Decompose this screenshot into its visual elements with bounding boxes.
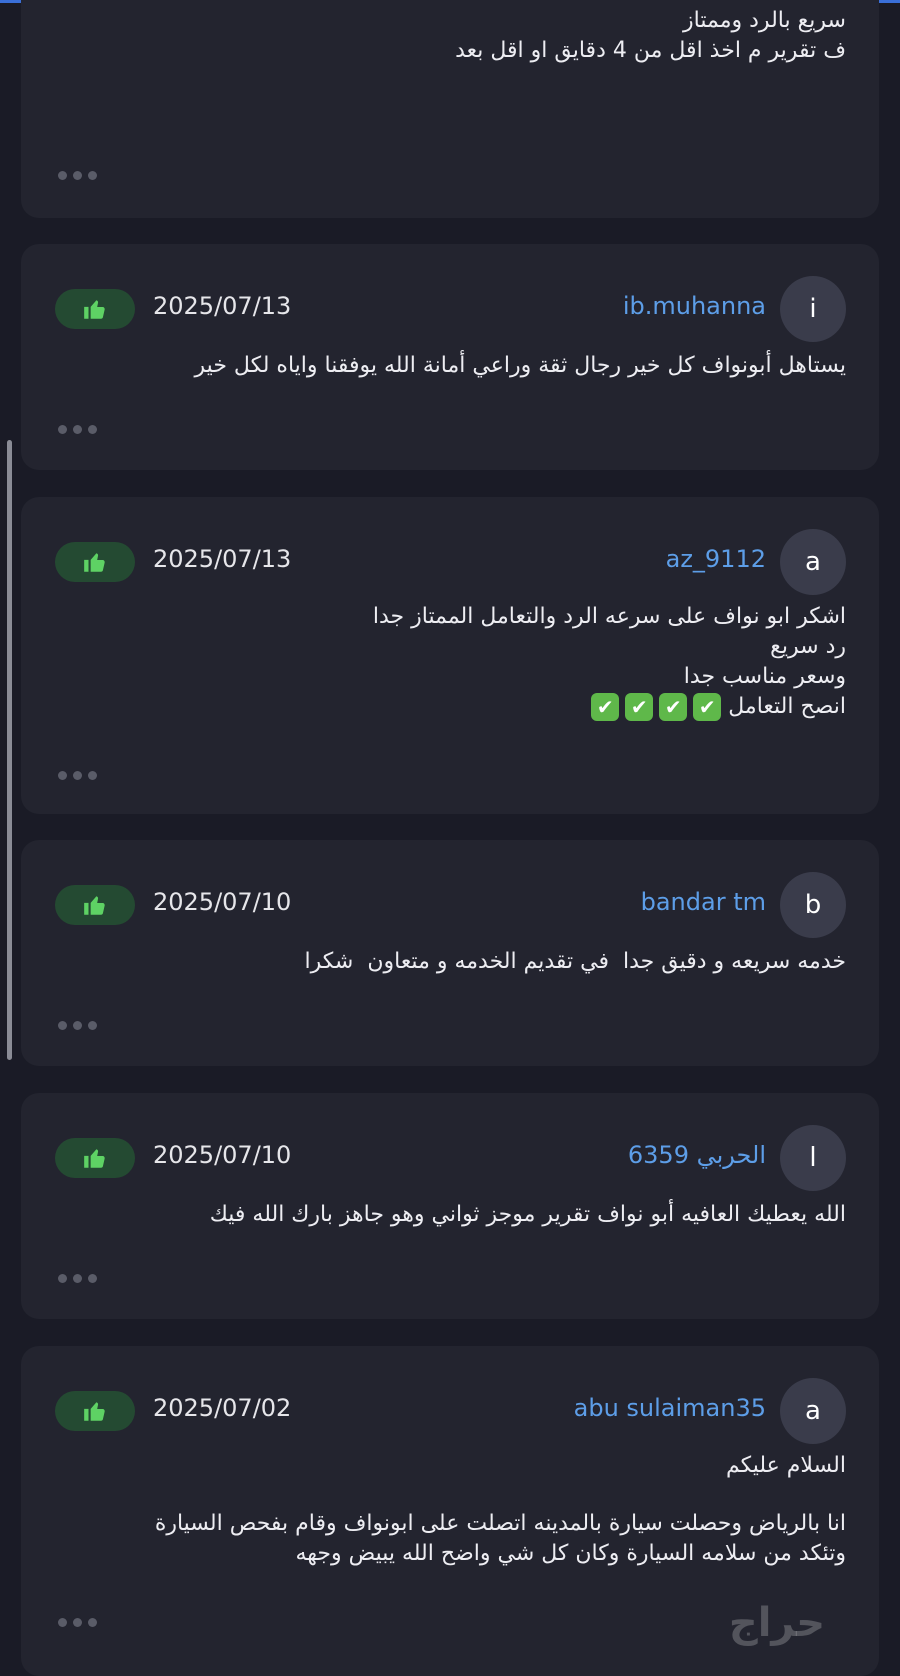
haraj-watermark-logo: حراج <box>672 1596 882 1650</box>
review-line: انصح التعامل ✔✔✔✔ <box>86 692 846 722</box>
avatar[interactable]: a <box>780 1378 846 1444</box>
review-date: 2025/07/10 <box>153 1141 292 1169</box>
avatar[interactable]: a <box>780 529 846 595</box>
review-header: a abu sulaiman35 2025/07/02 <box>21 1378 879 1444</box>
review-header: b bandar tm 2025/07/10 <box>21 872 879 938</box>
review-line: الله يعطيك العافيه أبو نواف تقرير موجز ث… <box>209 1202 846 1227</box>
thumbs-up-icon <box>84 553 105 572</box>
review-text: الله يعطيك العافيه أبو نواف تقرير موجز ث… <box>86 1200 846 1230</box>
review-line: السلام عليكم <box>725 1453 846 1478</box>
check-mark-icon: ✔ <box>591 693 620 721</box>
username-link[interactable]: الحربي 6359 <box>628 1141 766 1169</box>
like-button[interactable] <box>55 542 135 582</box>
more-dots-icon[interactable] <box>58 1618 97 1627</box>
username-link[interactable]: ib.muhanna <box>623 292 766 320</box>
more-dots-icon[interactable] <box>58 1274 97 1283</box>
review-text: خدمه سريعه و دقيق جدا في تقديم الخدمه و … <box>86 947 846 977</box>
like-button[interactable] <box>55 1138 135 1178</box>
check-mark-icon: ✔ <box>693 693 722 721</box>
watermark-text: حراج <box>729 1600 825 1646</box>
username-link[interactable]: bandar tm <box>641 888 766 916</box>
check-mark-icon: ✔ <box>625 693 654 721</box>
review-text: سريع بالرد وممتاز ف تقرير م اخذ اقل من 4… <box>86 6 846 66</box>
avatar[interactable]: i <box>780 276 846 342</box>
review-line-text: انصح التعامل <box>728 694 846 719</box>
username-link[interactable]: abu sulaiman35 <box>574 1394 766 1422</box>
thumbs-up-icon <box>84 1149 105 1168</box>
review-card: ا الحربي 6359 2025/07/10 الله يعطيك العا… <box>21 1093 879 1319</box>
review-card: سريع بالرد وممتاز ف تقرير م اخذ اقل من 4… <box>21 0 879 218</box>
review-line: يستاهل أبونواف كل خير رجال ثقة وراعي أما… <box>194 353 846 378</box>
review-header: ا الحربي 6359 2025/07/10 <box>21 1125 879 1191</box>
thumbs-up-icon <box>84 896 105 915</box>
review-card: b bandar tm 2025/07/10 خدمه سريعه و دقيق… <box>21 840 879 1066</box>
avatar[interactable]: b <box>780 872 846 938</box>
more-dots-icon[interactable] <box>58 771 97 780</box>
review-date: 2025/07/13 <box>153 545 292 573</box>
like-button[interactable] <box>55 1391 135 1431</box>
review-line: خدمه سريعه و دقيق جدا في تقديم الخدمه و … <box>304 949 846 974</box>
review-line: رد سريع <box>770 634 846 659</box>
review-line: سريع بالرد وممتاز <box>683 8 846 33</box>
thumbs-up-icon <box>84 300 105 319</box>
review-date: 2025/07/10 <box>153 888 292 916</box>
review-line: وتئكد من سلامه السيارة وكان كل شي واضح ا… <box>295 1541 846 1566</box>
review-card: a az_9112 2025/07/13 اشكر ابو نواف على س… <box>21 497 879 814</box>
username-link[interactable]: az_9112 <box>666 545 766 573</box>
review-header: a az_9112 2025/07/13 <box>21 529 879 595</box>
more-dots-icon[interactable] <box>58 171 97 180</box>
review-text: اشكر ابو نواف على سرعه الرد والتعامل الم… <box>86 602 846 722</box>
avatar[interactable]: ا <box>780 1125 846 1191</box>
thumbs-up-icon <box>84 1402 105 1421</box>
more-dots-icon[interactable] <box>58 425 97 434</box>
review-text: يستاهل أبونواف كل خير رجال ثقة وراعي أما… <box>86 351 846 381</box>
review-text: السلام عليكم انا بالرياض وحصلت سيارة بال… <box>86 1451 846 1569</box>
like-button[interactable] <box>55 885 135 925</box>
review-line: اشكر ابو نواف على سرعه الرد والتعامل الم… <box>372 604 846 629</box>
check-mark-icon: ✔ <box>659 693 688 721</box>
review-line: ف تقرير م اخذ اقل من 4 دقايق او اقل بعد <box>455 38 846 63</box>
review-line: انا بالرياض وحصلت سيارة بالمدينه اتصلت ع… <box>154 1511 846 1536</box>
more-dots-icon[interactable] <box>58 1021 97 1030</box>
scrollbar[interactable] <box>7 440 12 1060</box>
review-date: 2025/07/02 <box>153 1394 292 1422</box>
like-button[interactable] <box>55 289 135 329</box>
review-card: i ib.muhanna 2025/07/13 يستاهل أبونواف ك… <box>21 244 879 470</box>
review-date: 2025/07/13 <box>153 292 292 320</box>
review-line: وسعر مناسب جدا <box>683 664 846 689</box>
review-header: i ib.muhanna 2025/07/13 <box>21 276 879 342</box>
